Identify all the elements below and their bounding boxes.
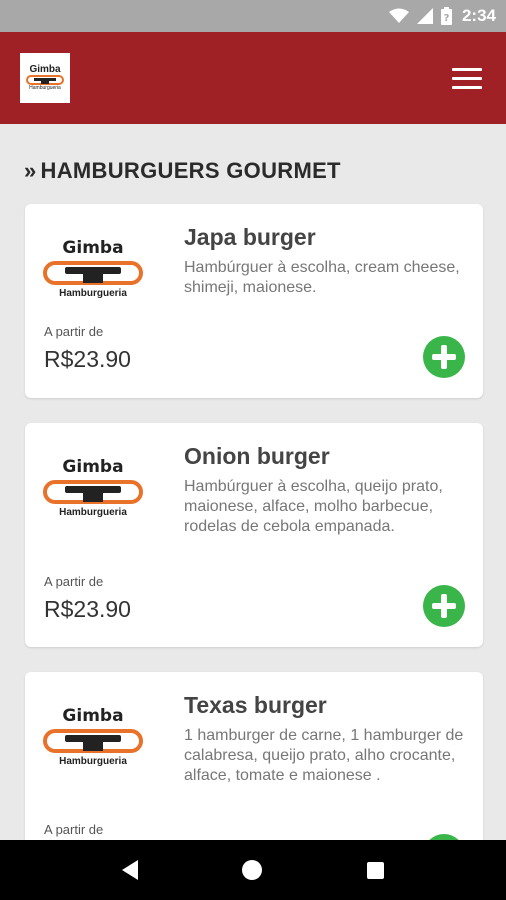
svg-text:?: ?	[444, 13, 450, 24]
price-from-label: A partir de	[44, 822, 104, 837]
brand-sub: Hamburgueria	[59, 288, 127, 299]
system-nav-bar	[0, 840, 506, 900]
menu-line	[452, 85, 482, 89]
product-card-japa-burger[interactable]: Gimba Hamburgueria Japa burger Hambúrgue…	[25, 204, 483, 398]
logo-sub: Hamburgueria	[29, 85, 61, 91]
product-description: Hambúrguer à escolha, cream cheese, shim…	[184, 259, 460, 296]
product-brand-logo: Gimba Hamburgueria	[43, 706, 143, 767]
brand-mark-icon	[43, 729, 143, 753]
product-brand-logo: Gimba Hamburgueria	[43, 457, 143, 518]
product-card-texas-burger[interactable]: Gimba Hamburgueria Texas burger 1 hambur…	[25, 672, 483, 840]
product-card-onion-burger[interactable]: Gimba Hamburgueria Onion burger Hambúrgu…	[25, 423, 483, 647]
brand-name: Gimba	[62, 457, 124, 477]
signal-icon	[416, 8, 433, 24]
recents-icon[interactable]	[366, 861, 384, 879]
logo-mark-icon	[26, 75, 64, 85]
home-icon[interactable]	[242, 860, 263, 880]
back-icon[interactable]	[122, 860, 139, 880]
brand-name: Gimba	[62, 706, 124, 726]
product-price: R$23.90	[44, 346, 131, 372]
add-to-cart-button[interactable]	[423, 336, 465, 378]
chevron-right-icon: »	[24, 158, 37, 183]
product-description: Hambúrguer à escolha, queijo prato, maio…	[184, 478, 443, 535]
product-name: Onion burger	[184, 443, 330, 469]
add-to-cart-button[interactable]	[423, 585, 465, 627]
menu-line	[452, 76, 482, 80]
product-price: R$23.90	[44, 596, 131, 622]
section-title-text: HAMBURGUERS GOURMET	[40, 158, 341, 183]
brand-sub: Hamburgueria	[59, 756, 127, 767]
brand-sub: Hamburgueria	[59, 507, 127, 518]
app-bar: Gimba Hamburgueria	[0, 32, 506, 124]
price-from-label: A partir de	[44, 574, 104, 589]
product-brand-logo: Gimba Hamburgueria	[43, 238, 143, 299]
status-time: 2:34	[461, 6, 496, 25]
wifi-icon	[388, 8, 409, 24]
price-from-label: A partir de	[44, 324, 104, 339]
app-logo[interactable]: Gimba Hamburgueria	[20, 53, 70, 103]
battery-icon: ?	[440, 7, 452, 25]
section-title: » HAMBURGUERS GOURMET	[24, 158, 341, 184]
brand-mark-icon	[43, 261, 143, 285]
product-name: Japa burger	[184, 224, 316, 250]
status-bar: ? 2:34	[0, 0, 506, 32]
brand-mark-icon	[43, 480, 143, 504]
product-description: 1 hamburger de carne, 1 hamburger de cal…	[184, 727, 464, 784]
brand-name: Gimba	[62, 238, 124, 258]
product-name: Texas burger	[184, 692, 327, 718]
menu-line	[452, 67, 482, 71]
logo-name: Gimba	[29, 64, 61, 75]
product-list[interactable]: » HAMBURGUERS GOURMET Gimba Hamburgueria …	[0, 124, 506, 840]
hamburger-menu-icon[interactable]	[452, 60, 488, 96]
